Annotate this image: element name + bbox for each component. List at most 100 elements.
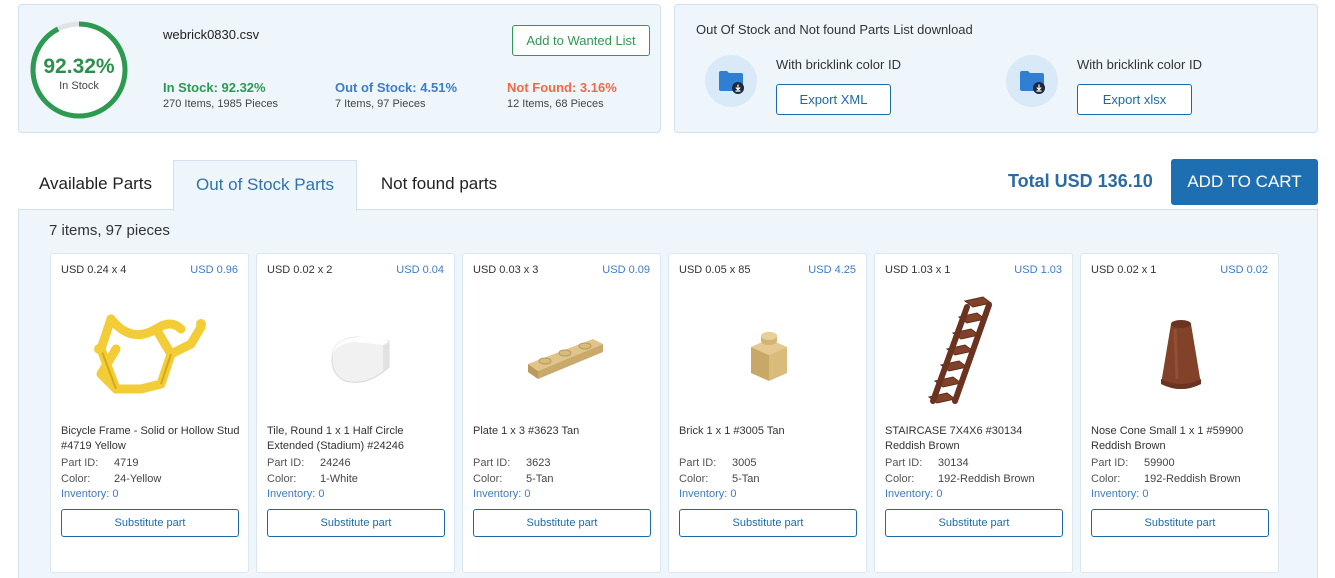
substitute-part-button[interactable]: Substitute part xyxy=(473,509,651,537)
part-id-value: 24246 xyxy=(320,457,351,469)
color-label: Color: xyxy=(679,473,709,485)
part-card: USD 0.02 x 1 USD 0.02 Nose Cone Small 1 … xyxy=(1080,253,1279,573)
substitute-part-button[interactable]: Substitute part xyxy=(679,509,857,537)
line-total: USD 1.03 xyxy=(1014,264,1062,276)
in-stock-title: In Stock: 92.32% xyxy=(163,80,266,95)
file-name: webrick0830.csv xyxy=(163,27,260,42)
part-card: USD 0.05 x 85 USD 4.25 Brick 1 x 1 #3005… xyxy=(668,253,867,573)
color-row: Color: 192-Reddish Brown xyxy=(1091,473,1241,485)
total-price: Total USD 136.10 xyxy=(1008,171,1153,191)
export-panel: Out Of Stock and Not found Parts List do… xyxy=(674,4,1318,133)
add-to-wanted-list-button[interactable]: Add to Wanted List xyxy=(512,25,650,56)
xml-export-label: With bricklink color ID xyxy=(776,57,901,72)
tab-available-parts[interactable]: Available Parts xyxy=(28,158,163,210)
part-id-label: Part ID: xyxy=(267,457,305,469)
part-id-label: Part ID: xyxy=(885,457,923,469)
item-count: 7 items, 97 pieces xyxy=(49,222,170,239)
inventory-label: Inventory: xyxy=(473,488,522,500)
in-stock-stat: In Stock: 92.32% 270 Items, 1985 Pieces xyxy=(163,80,278,110)
inventory-row: Inventory: 0 xyxy=(679,488,737,500)
line-total: USD 0.02 xyxy=(1220,264,1268,276)
not-found-detail: 12 Items, 68 Pieces xyxy=(507,98,604,110)
folder-download-icon xyxy=(705,55,757,107)
color-label: Color: xyxy=(267,473,297,485)
part-name: Plate 1 x 3 #3623 Tan xyxy=(473,425,580,437)
part-id-value: 3623 xyxy=(526,457,551,469)
part-id-row: Part ID: 59900 xyxy=(1091,457,1175,469)
part-id-value: 3005 xyxy=(732,457,757,469)
color-label: Color: xyxy=(885,473,915,485)
summary-panel: 92.32% In Stock webrick0830.csv Add to W… xyxy=(18,4,661,133)
inventory-label: Inventory: xyxy=(679,488,728,500)
inventory-label: Inventory: xyxy=(885,488,934,500)
in-stock-detail: 270 Items, 1985 Pieces xyxy=(163,98,278,110)
unit-price: USD 0.05 x 85 xyxy=(679,264,751,276)
part-name: Brick 1 x 1 #3005 Tan xyxy=(679,425,785,437)
plate-1x3-icon xyxy=(528,339,603,379)
part-id-value: 30134 xyxy=(938,457,969,469)
part-id-value: 59900 xyxy=(1144,457,1175,469)
tab-not-found-parts[interactable]: Not found parts xyxy=(368,158,510,210)
color-label: Color: xyxy=(473,473,503,485)
unit-price: USD 1.03 x 1 xyxy=(885,264,951,276)
part-card: USD 0.02 x 2 USD 0.04 Tile, Round 1 x 1 … xyxy=(256,253,455,573)
part-id-row: Part ID: 24246 xyxy=(267,457,351,469)
part-name: Bicycle Frame - Solid or Hollow Stud #47… xyxy=(61,425,240,452)
substitute-part-button[interactable]: Substitute part xyxy=(267,509,445,537)
out-of-stock-detail: 7 Items, 97 Pieces xyxy=(335,98,426,110)
part-id-value: 4719 xyxy=(114,457,139,469)
part-id-row: Part ID: 30134 xyxy=(885,457,969,469)
bicycle-frame-icon xyxy=(94,314,206,394)
part-id-label: Part ID: xyxy=(61,457,99,469)
part-card: USD 1.03 x 1 USD 1.03 STAIRCASE 7X4X6 #3… xyxy=(874,253,1073,573)
line-total: USD 0.96 xyxy=(190,264,238,276)
color-row: Color: 1-White xyxy=(267,473,358,485)
staircase-icon xyxy=(927,296,993,404)
ring-percentage: 92.32% xyxy=(43,55,115,78)
color-value: 192-Reddish Brown xyxy=(938,473,1035,485)
color-value: 1-White xyxy=(320,473,358,485)
inventory-value: 0 xyxy=(936,488,943,500)
inventory-row: Inventory: 0 xyxy=(473,488,531,500)
unit-price: USD 0.24 x 4 xyxy=(61,264,127,276)
inventory-row: Inventory: 0 xyxy=(61,488,119,500)
tab-out-of-stock-parts[interactable]: Out of Stock Parts xyxy=(173,160,357,211)
part-card: USD 0.24 x 4 USD 0.96 Bicycle Frame - So… xyxy=(50,253,249,573)
unit-price: USD 0.02 x 1 xyxy=(1091,264,1157,276)
color-row: Color: 24-Yellow xyxy=(61,473,161,485)
half-circle-tile-icon xyxy=(331,336,390,383)
nose-cone-icon xyxy=(1161,320,1201,389)
part-id-label: Part ID: xyxy=(679,457,717,469)
xlsx-export-label: With bricklink color ID xyxy=(1077,57,1202,72)
inventory-row: Inventory: 0 xyxy=(885,488,943,500)
unit-price: USD 0.02 x 2 xyxy=(267,264,333,276)
out-of-stock-stat: Out of Stock: 4.51% 7 Items, 97 Pieces xyxy=(335,80,457,110)
inventory-value: 0 xyxy=(112,488,119,500)
unit-price: USD 0.03 x 3 xyxy=(473,264,539,276)
substitute-part-button[interactable]: Substitute part xyxy=(61,509,239,537)
color-value: 5-Tan xyxy=(732,473,760,485)
substitute-part-button[interactable]: Substitute part xyxy=(885,509,1063,537)
part-id-label: Part ID: xyxy=(1091,457,1129,469)
part-id-row: Part ID: 3623 xyxy=(473,457,550,469)
part-id-row: Part ID: 4719 xyxy=(61,457,138,469)
inventory-label: Inventory: xyxy=(61,488,110,500)
not-found-title: Not Found: 3.16% xyxy=(507,80,617,95)
export-xlsx-button[interactable]: Export xlsx xyxy=(1077,84,1192,115)
part-id-row: Part ID: 3005 xyxy=(679,457,756,469)
part-name: STAIRCASE 7X4X6 #30134 Reddish Brown xyxy=(885,425,1023,452)
color-row: Color: 5-Tan xyxy=(473,473,554,485)
export-xml-button[interactable]: Export XML xyxy=(776,84,891,115)
color-value: 5-Tan xyxy=(526,473,554,485)
color-label: Color: xyxy=(1091,473,1121,485)
ring-text: 92.32% In Stock xyxy=(29,20,129,120)
color-row: Color: 5-Tan xyxy=(679,473,760,485)
color-value: 192-Reddish Brown xyxy=(1144,473,1241,485)
inventory-row: Inventory: 0 xyxy=(267,488,325,500)
add-to-cart-button[interactable]: ADD TO CART xyxy=(1171,159,1318,205)
color-label: Color: xyxy=(61,473,91,485)
part-name: Tile, Round 1 x 1 Half Circle Extended (… xyxy=(267,425,404,452)
brick-1x1-icon xyxy=(751,332,787,381)
inventory-label: Inventory: xyxy=(1091,488,1140,500)
substitute-part-button[interactable]: Substitute part xyxy=(1091,509,1269,537)
